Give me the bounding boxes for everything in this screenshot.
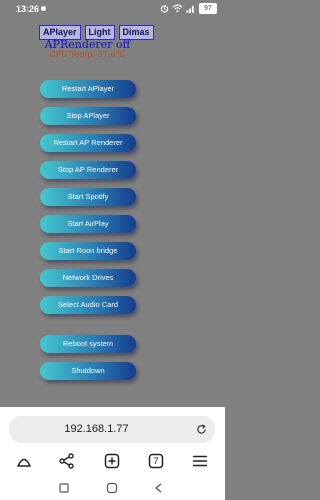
tab-count: 7 xyxy=(153,456,159,466)
select-audio-card-button[interactable]: Select Audio Card xyxy=(40,296,136,314)
restart-aplayer-button[interactable]: Restart APlayer xyxy=(40,80,136,98)
refresh-icon[interactable] xyxy=(196,424,207,435)
home-nav-icon[interactable] xyxy=(106,482,118,494)
start-airplay-button[interactable]: Start AirPlay xyxy=(40,215,136,233)
reboot-system-button[interactable]: Reboot system xyxy=(40,335,136,353)
stop-aplayer-button[interactable]: Stop APlayer xyxy=(40,107,136,125)
signal-icon xyxy=(186,5,194,13)
network-drives-button[interactable]: Network Drives xyxy=(40,269,136,287)
shutdown-button[interactable]: Shutdown xyxy=(40,362,136,380)
start-spotify-button[interactable]: Start Spotify xyxy=(40,188,136,206)
start-roon-bridge-button[interactable]: Start Roon bridge xyxy=(40,242,136,260)
cpu-temperature: CPU Temp: 37.0°C xyxy=(49,50,126,59)
share-icon[interactable] xyxy=(58,452,76,470)
notification-dot-icon xyxy=(41,6,46,11)
back-icon[interactable] xyxy=(153,482,165,494)
status-time: 13:26 xyxy=(16,4,40,14)
recents-icon[interactable] xyxy=(58,482,70,494)
restart-ap-renderer-button[interactable]: Restart AP Renderer xyxy=(40,134,136,152)
status-bar: 13:26 97 xyxy=(0,0,225,18)
stop-ap-renderer-button[interactable]: Stop AP Renderer xyxy=(40,161,136,179)
status-icons: 97 xyxy=(160,3,217,14)
browser-bottom-bar: 192.168.1.77 7 xyxy=(0,407,225,477)
new-tab-icon[interactable] xyxy=(103,452,121,470)
battery-icon: 97 xyxy=(199,3,217,14)
home-icon[interactable] xyxy=(15,452,33,470)
tabs-icon[interactable]: 7 xyxy=(147,452,165,470)
menu-icon[interactable] xyxy=(191,452,209,470)
alarm-icon xyxy=(160,5,169,13)
system-nav-bar xyxy=(0,477,225,500)
address-bar[interactable]: 192.168.1.77 xyxy=(9,416,215,443)
url-text[interactable]: 192.168.1.77 xyxy=(9,416,184,443)
browser-toolbar: 7 xyxy=(0,450,225,474)
wifi-icon xyxy=(172,4,183,13)
